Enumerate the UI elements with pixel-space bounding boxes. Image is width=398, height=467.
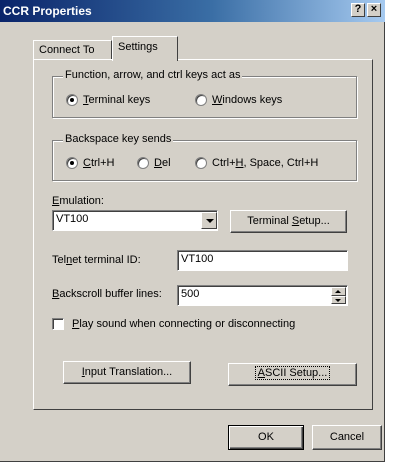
cancel-label: Cancel (329, 431, 365, 443)
close-button[interactable]: × (367, 3, 381, 17)
help-icon: ? (354, 3, 362, 15)
title-bar[interactable]: CCR Properties ? × (0, 0, 385, 22)
tab-settings[interactable]: Settings (112, 36, 178, 61)
help-button[interactable]: ? (351, 3, 365, 17)
tab-connect-to[interactable]: Connect To (33, 40, 112, 60)
ok-button[interactable]: OK (228, 425, 304, 450)
close-icon: × (370, 3, 378, 15)
settings-tab-panel (33, 59, 373, 410)
window-title: CCR Properties (3, 4, 92, 18)
ccr-properties-dialog: CCR Properties ? × Connect To Settings F… (0, 0, 385, 462)
cancel-button[interactable]: Cancel (312, 425, 382, 450)
tab-settings-label: Settings (118, 41, 158, 53)
ok-label: OK (258, 431, 274, 443)
tab-connect-to-label: Connect To (39, 44, 95, 56)
